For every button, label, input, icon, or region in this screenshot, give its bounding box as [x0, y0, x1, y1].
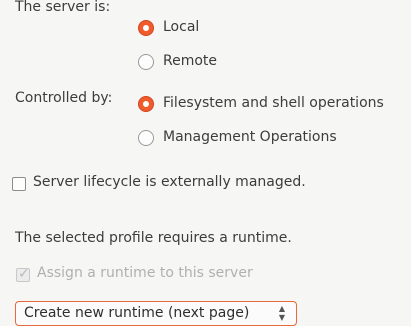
lifecycle-checkbox[interactable]	[12, 177, 26, 191]
remote-radio-label[interactable]: Remote	[163, 53, 217, 69]
lifecycle-checkbox-label[interactable]: Server lifecycle is externally managed.	[33, 174, 306, 190]
filesystem-shell-radio-label[interactable]: Filesystem and shell operations	[163, 95, 384, 111]
updown-arrows-icon: ▲ ▼	[278, 304, 286, 322]
local-radio-label[interactable]: Local	[163, 19, 199, 35]
management-operations-radio-label[interactable]: Management Operations	[163, 129, 337, 145]
remote-radio[interactable]	[138, 54, 154, 70]
runtime-select-value: Create new runtime (next page)	[24, 305, 250, 321]
runtime-select[interactable]: Create new runtime (next page) ▲ ▼	[15, 301, 297, 326]
checkmark-icon: ✓	[18, 266, 30, 282]
local-radio[interactable]	[138, 20, 154, 36]
server-is-label: The server is:	[15, 0, 111, 15]
controlled-by-label: Controlled by:	[15, 90, 113, 106]
filesystem-shell-radio[interactable]	[138, 96, 154, 112]
assign-runtime-checkbox[interactable]: ✓	[16, 266, 30, 282]
assign-runtime-label: Assign a runtime to this server	[37, 265, 253, 281]
management-operations-radio[interactable]	[138, 130, 154, 146]
runtime-required-message: The selected profile requires a runtime.	[15, 230, 292, 246]
